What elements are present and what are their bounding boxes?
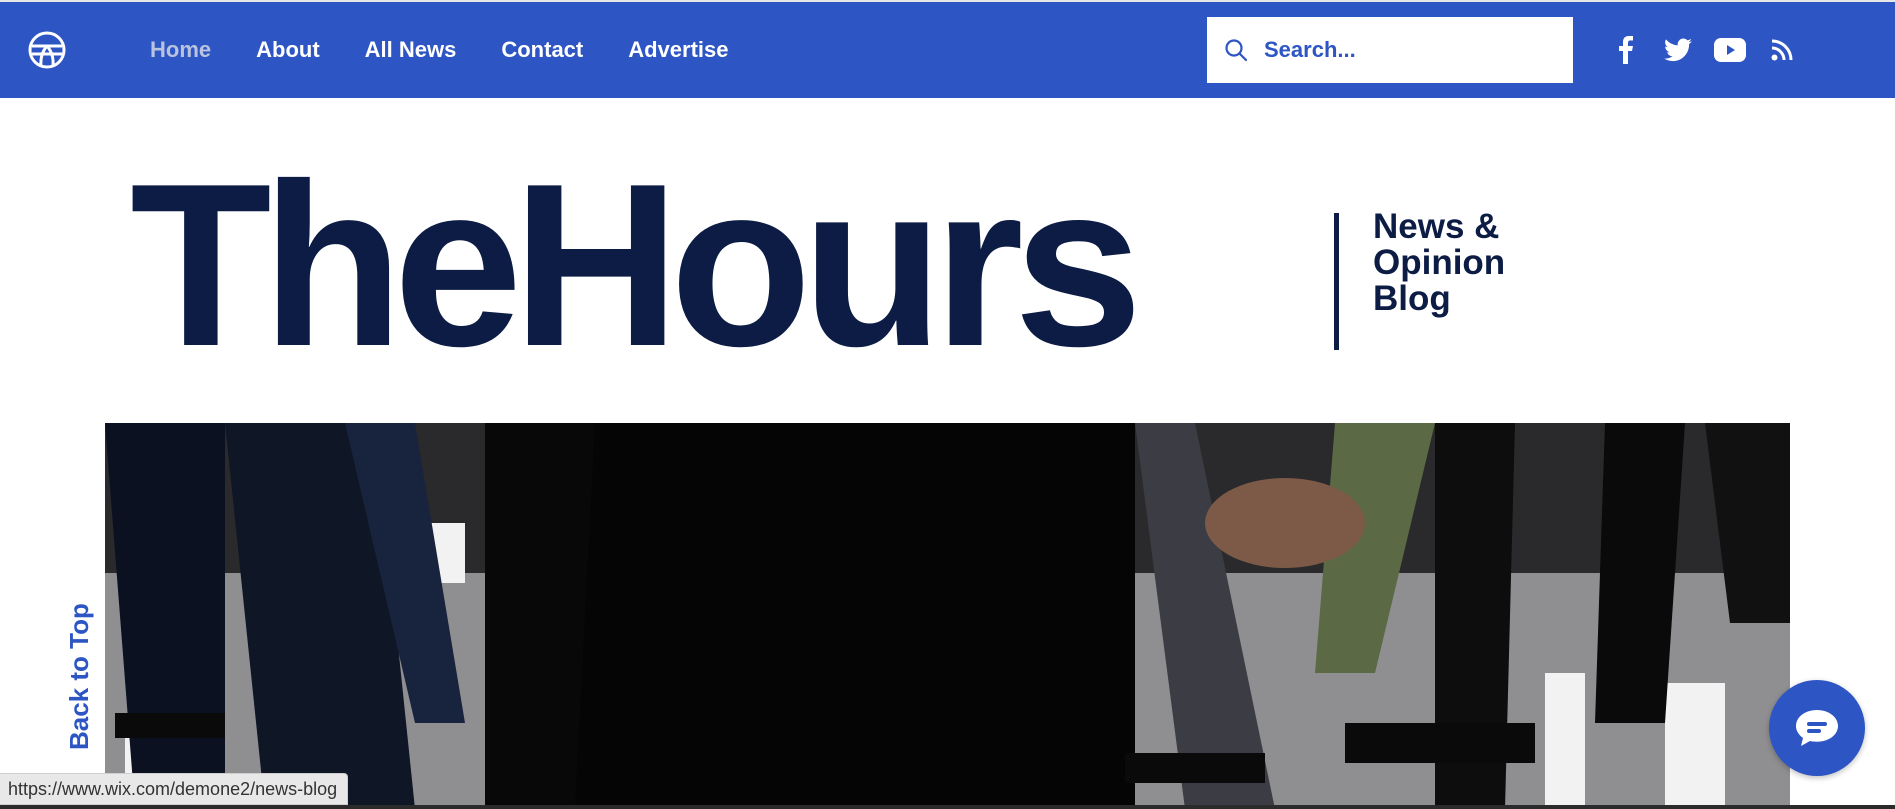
nav-contact[interactable]: Contact bbox=[501, 37, 583, 63]
site-title[interactable]: TheHours bbox=[130, 150, 1143, 382]
nav-home[interactable]: Home bbox=[150, 37, 211, 63]
tagline-line: Opinion bbox=[1373, 243, 1506, 282]
youtube-icon[interactable] bbox=[1714, 30, 1746, 70]
search-input[interactable] bbox=[1262, 36, 1546, 64]
chat-icon bbox=[1796, 710, 1838, 746]
nav-about[interactable]: About bbox=[256, 37, 320, 63]
search-box[interactable] bbox=[1207, 17, 1573, 83]
back-to-top-link[interactable]: Back to Top bbox=[64, 603, 95, 750]
chat-button[interactable] bbox=[1769, 680, 1865, 776]
browser-status-url: https://www.wix.com/demone2/news-blog bbox=[0, 773, 349, 805]
pedestrians-illustration bbox=[105, 423, 1790, 809]
tagline-line: News & bbox=[1373, 207, 1500, 246]
hero-image bbox=[105, 423, 1790, 809]
facebook-icon[interactable] bbox=[1610, 30, 1642, 70]
main-nav: Home About All News Contact Advertise bbox=[150, 2, 774, 98]
twitter-icon[interactable] bbox=[1662, 30, 1694, 70]
top-nav-bar: Home About All News Contact Advertise bbox=[0, 0, 1895, 98]
masthead-divider bbox=[1334, 213, 1339, 350]
tagline-line: Blog bbox=[1373, 279, 1451, 318]
globe-icon[interactable] bbox=[27, 30, 67, 70]
rss-icon[interactable] bbox=[1766, 30, 1798, 70]
search-icon bbox=[1225, 39, 1248, 62]
social-links bbox=[1610, 30, 1798, 70]
nav-all-news[interactable]: All News bbox=[365, 37, 457, 63]
site-tagline: News & Opinion Blog bbox=[1373, 209, 1573, 317]
bottom-edge bbox=[0, 805, 1895, 809]
nav-advertise[interactable]: Advertise bbox=[628, 37, 728, 63]
